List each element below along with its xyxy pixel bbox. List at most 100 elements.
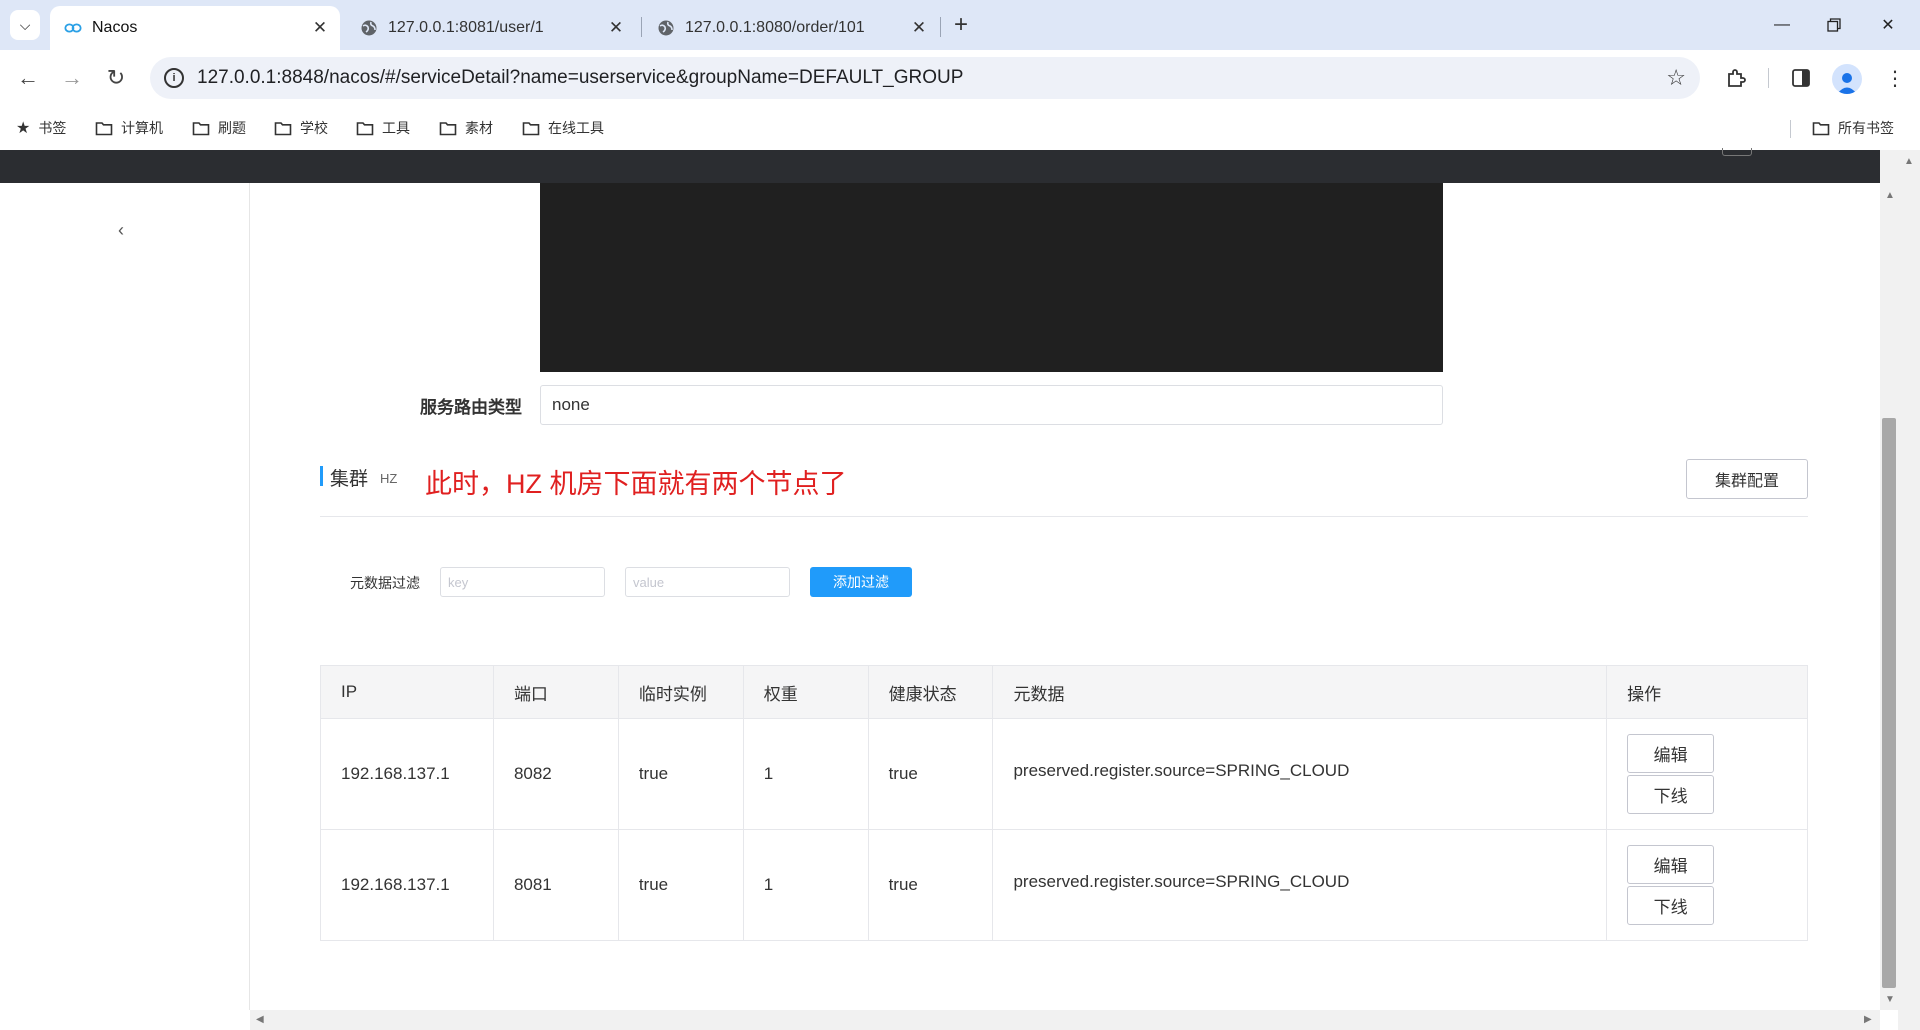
edit-button[interactable]: 编辑 [1627,734,1715,773]
reload-button[interactable]: ↻ [98,60,134,96]
filter-key-input[interactable] [440,567,605,597]
header-language-switch[interactable] [1722,148,1752,156]
inner-scrollbar-thumb[interactable] [1882,418,1896,988]
tab-close-icon[interactable]: ✕ [905,14,933,42]
cell-metadata: preserved.register.source=SPRING_CLOUD [992,829,1608,941]
profile-avatar[interactable] [1832,64,1862,94]
cluster-accent-bar [320,466,323,486]
chevron-left-icon[interactable]: ‹ [118,220,124,241]
tab-search-button[interactable]: ⌵ [10,10,40,40]
tab-user[interactable]: 127.0.0.1:8081/user/1 ✕ [346,6,636,50]
close-icon: ✕ [1881,17,1895,34]
instance-table: IP 端口 临时实例 权重 健康状态 元数据 操作 192.168.137.1 … [320,665,1808,941]
restore-button[interactable] [1814,8,1854,42]
globe-icon [657,19,675,37]
tab-title: Nacos [92,19,138,36]
person-icon [1837,73,1857,94]
side-panel-icon [1792,69,1810,87]
cell-ephemeral: true [617,718,744,830]
bookmark-label: 在线工具 [548,120,604,136]
cell-actions: 编辑 下线 [1606,829,1808,941]
folder-icon [1812,121,1830,136]
tab-order[interactable]: 127.0.0.1:8080/order/101 ✕ [643,6,939,50]
arrow-left-icon: ← [17,65,39,90]
column-header-ip: IP [320,665,494,719]
cell-actions: 编辑 下线 [1606,718,1808,830]
cell-metadata: preserved.register.source=SPRING_CLOUD [992,718,1608,830]
bookmark-folder[interactable]: 学校 [274,116,328,140]
offline-button[interactable]: 下线 [1627,775,1715,814]
bookmark-label: 刷题 [218,120,246,136]
restore-icon [1827,18,1841,32]
bookmarks-divider [1790,120,1791,138]
bookmark-folder[interactable]: 素材 [439,116,493,140]
offline-button[interactable]: 下线 [1627,886,1715,925]
cluster-title: 集群 [330,469,369,490]
page-vertical-scrollbar[interactable] [1898,150,1920,1030]
tab-close-icon[interactable]: ✕ [602,14,630,42]
more-vertical-icon: ⋮ [1885,67,1905,90]
reload-icon: ↻ [106,65,126,90]
close-window-button[interactable]: ✕ [1868,8,1908,42]
route-type-input[interactable] [540,385,1443,425]
scroll-up-arrow-icon[interactable]: ▲ [1885,190,1895,201]
edit-button[interactable]: 编辑 [1627,845,1715,884]
bookmark-item[interactable]: ★ 书签 [16,116,66,140]
cell-port: 8082 [492,718,619,830]
filter-value-input[interactable] [625,567,790,597]
add-filter-button[interactable]: 添加过滤 [810,567,912,597]
cell-healthy: true [867,829,994,941]
all-bookmarks-folder[interactable]: 所有书签 [1812,116,1894,140]
tab-separator [641,17,642,37]
table-row: 192.168.137.1 8081 true 1 true preserved… [320,829,1808,941]
chevron-down-icon: ⌵ [19,16,31,33]
bookmarks-bar: ★ 书签 计算机 刷题 学校 工具 素材 在线工具 所有书签 [0,106,1920,150]
nacos-top-header [0,150,1880,183]
scroll-down-arrow-icon[interactable]: ▼ [1885,994,1895,1005]
cluster-divider [320,516,1808,517]
scroll-left-arrow-icon[interactable]: ◀ [256,1014,264,1025]
forward-button[interactable]: → [54,60,90,96]
new-tab-button[interactable]: + [946,10,976,40]
tab-close-icon[interactable]: ✕ [306,14,334,42]
bookmark-star-icon[interactable]: ☆ [1666,65,1686,91]
address-bar[interactable]: i 127.0.0.1:8848/nacos/#/serviceDetail?n… [150,57,1700,99]
bookmark-label: 所有书签 [1838,120,1894,136]
minimize-icon: — [1774,16,1790,33]
cell-ip: 192.168.137.1 [320,829,494,941]
bookmark-folder[interactable]: 在线工具 [522,116,604,140]
column-header-port: 端口 [492,665,619,719]
column-header-health: 健康状态 [867,665,994,719]
column-header-metadata: 元数据 [992,665,1608,719]
bookmark-label: 工具 [382,120,410,136]
cell-port: 8081 [492,829,619,941]
minimize-button[interactable]: — [1762,8,1802,42]
globe-icon [360,19,378,37]
url-text[interactable]: 127.0.0.1:8848/nacos/#/serviceDetail?nam… [197,67,963,89]
cluster-name: HZ [380,471,398,486]
cell-weight: 1 [742,718,869,830]
annotation-text: 此时，HZ 机房下面就有两个节点了 [425,469,847,499]
folder-icon [356,121,374,136]
site-info-icon[interactable]: i [164,68,184,88]
cell-ephemeral: true [617,829,744,941]
horizontal-scrollbar[interactable] [250,1010,1880,1030]
folder-icon [274,121,292,136]
metadata-code-editor[interactable] [540,183,1443,372]
side-panel-button[interactable] [1786,63,1816,93]
table-row: 192.168.137.1 8082 true 1 true preserved… [320,718,1808,830]
tab-nacos[interactable]: Nacos ✕ [50,6,340,50]
sidebar: ‹ [0,183,250,1010]
scroll-right-arrow-icon[interactable]: ▶ [1864,1014,1872,1025]
folder-icon [439,121,457,136]
bookmark-folder[interactable]: 工具 [356,116,410,140]
browser-menu-button[interactable]: ⋮ [1880,63,1910,93]
column-header-ephemeral: 临时实例 [617,665,744,719]
cluster-config-button[interactable]: 集群配置 [1686,459,1808,499]
bookmark-folder[interactable]: 计算机 [95,116,163,140]
route-type-label: 服务路由类型 [420,398,522,417]
extensions-button[interactable] [1721,63,1751,93]
bookmark-folder[interactable]: 刷题 [192,116,246,140]
back-button[interactable]: ← [10,60,46,96]
page-scroll-up-arrow-icon[interactable]: ▲ [1904,156,1914,167]
